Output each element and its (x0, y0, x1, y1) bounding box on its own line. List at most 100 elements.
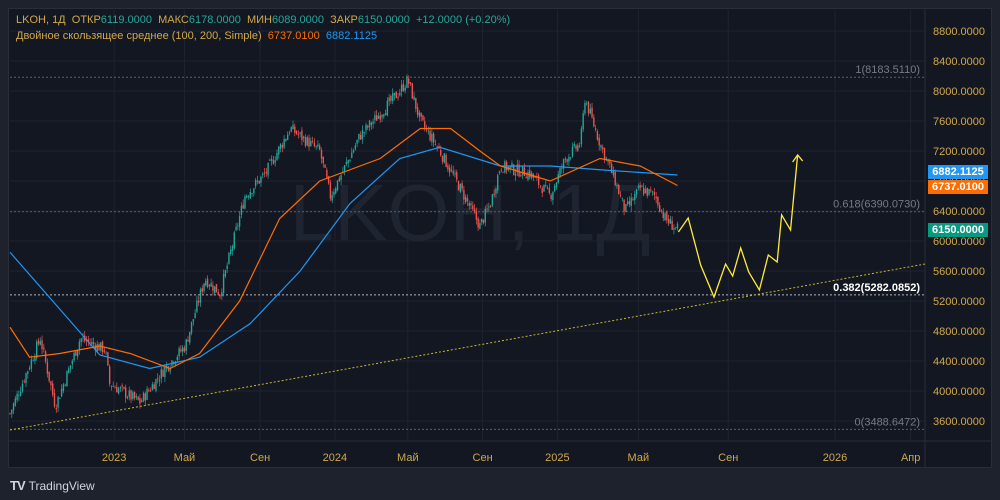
y-tick-label: 8400.0000 (933, 56, 985, 68)
fib-label: 0(3488.6472) (855, 416, 920, 428)
change-value: +12.0000 (+0.20%) (415, 14, 511, 26)
candle-body (148, 390, 150, 392)
candle-body (340, 175, 342, 181)
candle-body (625, 204, 627, 212)
tradingview-logo[interactable]: TV TradingView (10, 478, 95, 493)
symbol[interactable]: LKOH, 1Д (16, 14, 66, 26)
candle-body (290, 127, 292, 132)
y-tick-label: 4000.0000 (933, 386, 985, 398)
candle-body (639, 185, 641, 189)
candle-body (456, 172, 458, 180)
candle-body (500, 169, 502, 171)
candle-body (589, 108, 591, 114)
y-tick-label: 4400.0000 (933, 356, 985, 368)
candle-body (594, 128, 597, 130)
x-tick-label: Апр (901, 452, 920, 464)
candle-body (635, 189, 638, 195)
candle-body (44, 351, 47, 362)
candle-body (548, 187, 551, 194)
candle-body (278, 146, 280, 155)
candle-body (329, 182, 332, 199)
y-tick-label: 5200.0000 (933, 296, 985, 308)
candle-body (71, 360, 73, 365)
candle-body (308, 138, 310, 148)
candle-body (381, 115, 383, 118)
candle-body (511, 163, 513, 168)
candle-body (196, 300, 198, 312)
candle-body (413, 96, 415, 100)
candle-body (222, 274, 225, 294)
candle-body (539, 185, 542, 187)
candle-body (158, 379, 161, 382)
candle-body (408, 78, 410, 84)
candle-body (520, 175, 522, 177)
candle-body (125, 387, 127, 398)
candle-body (235, 226, 237, 231)
x-tick-label: Май (628, 452, 650, 464)
candle-body (276, 152, 278, 161)
candle-body (23, 381, 25, 383)
candle-body (43, 347, 45, 350)
price-chart[interactable]: 3600.0000 4000.0000 4400.0000 4800.0000 5200… (0, 0, 1000, 500)
candle-body (555, 182, 558, 188)
candle-body (258, 180, 260, 184)
candle-body (230, 249, 232, 254)
candle-body (157, 378, 159, 380)
candle-body (393, 92, 396, 96)
candle-body (669, 218, 672, 224)
candle-body (646, 187, 648, 196)
candle-body (349, 159, 351, 161)
candle-body (370, 122, 373, 126)
candle-body (18, 395, 20, 397)
candle-body (525, 177, 527, 179)
x-tick-label: Сен (718, 452, 738, 464)
candle-body (416, 107, 419, 115)
candle-body (333, 192, 335, 195)
candle-body (578, 145, 581, 147)
candle-body (497, 175, 499, 191)
candle-body (550, 195, 552, 200)
candle-body (662, 212, 664, 218)
candle-body (345, 161, 348, 165)
candle-body (178, 348, 180, 357)
candle-body (616, 184, 618, 187)
candle-body (295, 130, 298, 135)
candle-body (142, 392, 145, 402)
x-tick-label: Сен (473, 452, 493, 464)
candle-body (304, 137, 307, 146)
fib-label: 1(8183.5110) (855, 64, 920, 76)
candle-body (411, 83, 413, 99)
x-tick-label: Май (397, 452, 419, 464)
candle-body (215, 284, 218, 293)
candle-body (39, 341, 41, 345)
indicator-legend[interactable]: Двойное скользящее среднее (100, 200, Si… (16, 30, 377, 42)
candle-body (210, 283, 212, 287)
x-tick-label: 2023 (102, 452, 126, 464)
candle-body (121, 385, 123, 387)
candle-body (468, 202, 470, 206)
candle-body (619, 195, 622, 197)
y-tick-label: 4800.0000 (933, 326, 985, 338)
candle-body (673, 228, 675, 230)
candle-body (214, 286, 216, 294)
candle-body (119, 387, 122, 389)
candle-body (253, 188, 255, 194)
candle-body (192, 319, 195, 322)
ma200-value: 6882.1125 (325, 30, 378, 42)
candle-body (367, 125, 369, 128)
candle-body (326, 169, 328, 178)
candle-body (69, 365, 72, 369)
candle-body (432, 133, 435, 143)
candle-body (315, 145, 317, 147)
ma200-price-tag: 6882.1125 (928, 165, 988, 179)
candle-body (514, 173, 517, 176)
candle-body (475, 211, 478, 220)
candle-body (498, 171, 501, 174)
candle-body (553, 185, 556, 192)
candle-body (429, 131, 431, 141)
candle-body (313, 142, 316, 147)
candle-body (598, 137, 600, 146)
candle-body (137, 396, 139, 400)
candle-body (651, 191, 654, 193)
candle-body (400, 84, 403, 92)
